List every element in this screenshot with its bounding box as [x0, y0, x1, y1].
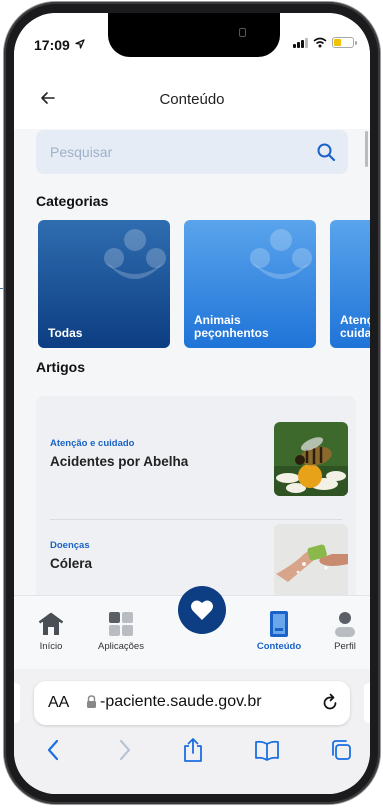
- share-icon: [184, 738, 202, 762]
- browser-buttons: [14, 735, 370, 765]
- tab-conteudo[interactable]: Conteúdo: [244, 610, 314, 652]
- browser-back-button[interactable]: [38, 735, 68, 765]
- browser-toolbar: AA -paciente.saude.gov.br: [14, 669, 370, 794]
- article-category: Doenças: [50, 540, 90, 551]
- grid-icon: [109, 612, 133, 636]
- url-text[interactable]: -paciente.saude.gov.br: [100, 693, 262, 711]
- tab-aplicacoes[interactable]: Aplicações: [86, 610, 156, 652]
- brand-logo-icon: [250, 229, 312, 279]
- category-card-todas[interactable]: Todas: [38, 220, 170, 348]
- reload-icon[interactable]: [320, 693, 340, 713]
- chevron-left-icon: [47, 739, 59, 761]
- status-bar: 17:09: [14, 13, 370, 69]
- articles-heading: Artigos: [36, 359, 85, 375]
- address-bar[interactable]: AA -paciente.saude.gov.br: [34, 681, 350, 725]
- category-label: Animais peçonhentos: [194, 313, 269, 340]
- person-icon: [335, 612, 355, 637]
- category-label: Atenç cuidad: [340, 313, 370, 340]
- favorites-button[interactable]: [178, 586, 226, 634]
- categories-heading: Categorias: [36, 193, 109, 209]
- status-icons: [293, 37, 357, 48]
- book-open-icon: [255, 740, 279, 761]
- categories-carousel[interactable]: Todas Animais peçonhentos Atenç cuidad: [38, 220, 370, 350]
- next-tab-edge[interactable]: [364, 683, 370, 723]
- brand-logo-icon: [104, 229, 166, 279]
- screen: 17:09 Conteúdo Categorias: [14, 13, 370, 794]
- bottom-nav: Início Aplicações Conteúdo Perfil: [14, 586, 370, 669]
- tabs-button[interactable]: [326, 735, 356, 765]
- page-title: Conteúdo: [159, 91, 225, 108]
- wifi-icon: [313, 37, 327, 48]
- house-icon: [38, 612, 64, 635]
- article-thumbnail: [274, 422, 348, 496]
- bee-flower-image: [274, 422, 348, 496]
- notch: [108, 13, 280, 57]
- search-bar[interactable]: [36, 130, 348, 174]
- status-time: 17:09: [34, 37, 70, 53]
- article-thumbnail: [274, 524, 348, 598]
- tabs-icon: [332, 740, 351, 760]
- bookmarks-button[interactable]: [252, 735, 282, 765]
- category-card-animais[interactable]: Animais peçonhentos: [184, 220, 316, 348]
- category-label: Todas: [48, 326, 83, 340]
- tab-label: Perfil: [334, 641, 356, 652]
- articles-list: Atenção e cuidado Acidentes por Abelha D…: [36, 396, 356, 616]
- tab-perfil[interactable]: Perfil: [310, 610, 370, 652]
- lock-icon: [87, 695, 96, 708]
- hands-soap-image: [274, 524, 348, 598]
- location-arrow-icon: [75, 39, 85, 49]
- battery-icon: [332, 37, 357, 48]
- article-category: Atenção e cuidado: [50, 438, 135, 449]
- tab-label: Início: [39, 641, 63, 652]
- signal-icon: [293, 37, 308, 48]
- category-card-atencao[interactable]: Atenç cuidad: [330, 220, 370, 348]
- camera-dot: [239, 28, 246, 37]
- reader-settings-button[interactable]: AA: [48, 694, 69, 712]
- page-header: Conteúdo: [14, 69, 370, 129]
- book-icon: [270, 611, 288, 637]
- scroll-indicator[interactable]: [365, 131, 368, 167]
- previous-tab-edge[interactable]: [14, 683, 20, 723]
- search-input[interactable]: [36, 130, 306, 174]
- tab-label: Aplicações: [98, 641, 144, 652]
- article-title: Acidentes por Abelha: [50, 454, 189, 469]
- browser-forward-button[interactable]: [110, 735, 140, 765]
- tab-label: Conteúdo: [256, 641, 302, 652]
- tab-inicio[interactable]: Início: [16, 610, 86, 652]
- chevron-right-icon: [119, 739, 131, 761]
- list-item[interactable]: Atenção e cuidado Acidentes por Abelha: [36, 408, 356, 520]
- heart-icon: [191, 600, 213, 620]
- search-icon[interactable]: [316, 142, 336, 162]
- share-button[interactable]: [178, 735, 208, 765]
- article-title: Cólera: [50, 556, 93, 571]
